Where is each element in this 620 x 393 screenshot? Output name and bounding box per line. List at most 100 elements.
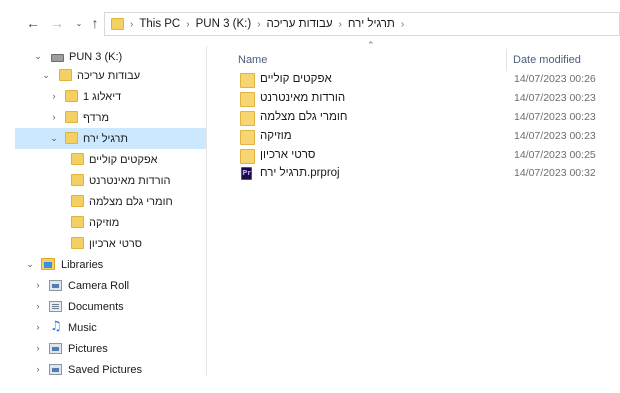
file-row[interactable]: חומרי גלם מצלמה 14/07/2023 00:23 <box>230 108 620 126</box>
music-library-icon: ♫ <box>50 319 62 334</box>
chevron-down-icon: ⌄ <box>75 18 83 28</box>
premiere-project-icon: Pr <box>241 166 252 180</box>
pictures-library-icon <box>49 343 62 357</box>
folder-icon <box>71 237 84 252</box>
folder-icon <box>71 174 84 189</box>
chevron-right-icon[interactable]: › <box>33 322 43 332</box>
tree-item-label: מוזיקה <box>89 216 120 229</box>
breadcrumb-drive[interactable]: PUN 3 (K:) <box>196 18 252 30</box>
file-date: 14/07/2023 00:23 <box>514 130 596 142</box>
file-date: 14/07/2023 00:25 <box>514 149 596 161</box>
tree-item-libraries[interactable]: ⌄ Libraries <box>15 254 206 275</box>
file-name: הורדות מאינטרנט <box>260 92 346 104</box>
file-row[interactable]: הורדות מאינטרנט 14/07/2023 00:23 <box>230 89 620 107</box>
tree-item-editing-works[interactable]: ⌄ עבודות עריכה <box>15 65 206 86</box>
tree-item-label: מרדף <box>83 111 110 124</box>
tree-item-camera-raw[interactable]: חומרי גלם מצלמה <box>15 191 206 212</box>
tree-item-label: חומרי גלם מצלמה <box>89 195 173 208</box>
folder-icon <box>71 195 84 210</box>
chevron-right-icon: › <box>186 18 190 30</box>
file-date: 14/07/2023 00:23 <box>514 92 596 104</box>
file-list: ⌃ Name Date modified אפקטים קוליים 14/07… <box>207 40 620 393</box>
file-row[interactable]: Pr תרגיל ירח.prproj 14/07/2023 00:32 <box>230 164 620 182</box>
tree-item-label: אפקטים קוליים <box>89 153 158 166</box>
tree-item-dialog-1[interactable]: › דיאלוג 1 <box>15 86 206 107</box>
column-header-date-modified[interactable]: Date modified <box>513 49 581 71</box>
pictures-library-icon <box>49 364 62 378</box>
folder-icon <box>71 153 84 168</box>
tree-item-pictures[interactable]: › Pictures <box>15 338 206 359</box>
arrow-up-icon: ↑ <box>91 15 99 31</box>
folder-icon <box>71 216 84 231</box>
file-name: תרגיל ירח.prproj <box>260 167 340 179</box>
tree-item-label: Music <box>68 321 97 334</box>
tree-item-label: תרגיל ירח <box>83 132 128 145</box>
chevron-right-icon[interactable]: › <box>49 91 59 101</box>
tree-item-internet-downloads[interactable]: הורדות מאינטרנט <box>15 170 206 191</box>
chevron-right-icon[interactable]: › <box>33 364 43 374</box>
documents-library-icon <box>49 301 62 315</box>
chevron-down-icon[interactable]: ⌄ <box>41 70 51 80</box>
chevron-right-icon[interactable]: › <box>33 280 43 290</box>
folder-icon <box>65 132 78 147</box>
column-divider[interactable] <box>506 49 507 71</box>
tree-item-drive[interactable]: ⌄ PUN 3 (K:) <box>15 46 206 67</box>
chevron-right-icon: › <box>400 18 405 30</box>
tree-item-documents[interactable]: › Documents <box>15 296 206 317</box>
chevron-right-icon: › <box>338 18 342 30</box>
file-row[interactable]: מוזיקה 14/07/2023 00:23 <box>230 127 620 145</box>
chevron-right-icon: › <box>130 18 134 30</box>
navigation-pane: ⌄ PUN 3 (K:) ⌄ עבודות עריכה › דיאלוג 1 ›… <box>0 46 206 393</box>
file-name: אפקטים קוליים <box>260 73 332 85</box>
file-name: סרטי ארכיון <box>260 149 316 161</box>
arrow-left-icon: ← <box>26 15 40 31</box>
breadcrumb-moon-exercise[interactable]: תרגיל ירח <box>348 18 395 30</box>
folder-icon <box>65 111 78 126</box>
file-row[interactable]: סרטי ארכיון 14/07/2023 00:25 <box>230 146 620 164</box>
address-bar[interactable]: › This PC › PUN 3 (K:) › עבודות עריכה › … <box>104 12 620 36</box>
breadcrumb-editing-works[interactable]: עבודות עריכה <box>267 18 333 30</box>
arrow-right-icon: → <box>50 15 64 31</box>
tree-item-label: דיאלוג 1 <box>83 90 122 103</box>
folder-icon <box>111 18 124 30</box>
tree-item-label: PUN 3 (K:) <box>69 50 123 63</box>
tree-item-label: Libraries <box>61 258 104 271</box>
up-button[interactable]: ↑ <box>86 14 104 32</box>
chevron-down-icon[interactable]: ⌄ <box>25 259 35 269</box>
file-name: מוזיקה <box>260 130 292 142</box>
back-button[interactable]: ← <box>24 14 42 32</box>
folder-icon <box>59 69 72 84</box>
drive-icon <box>51 53 64 65</box>
chevron-down-icon[interactable]: ⌄ <box>49 133 59 143</box>
breadcrumb-this-pc[interactable]: This PC <box>139 18 180 30</box>
address-toolbar: ← → ⌄ ↑ › This PC › PUN 3 (K:) › עבודות … <box>0 0 620 46</box>
tree-item-label: Camera Roll <box>68 279 130 292</box>
tree-item-music-folder[interactable]: מוזיקה <box>15 212 206 233</box>
tree-item-saved-pictures[interactable]: › Saved Pictures <box>15 359 206 380</box>
file-date: 14/07/2023 00:26 <box>514 73 596 85</box>
sort-ascending-icon: ⌃ <box>367 40 375 50</box>
tree-item-label: עבודות עריכה <box>77 69 141 82</box>
tree-item-music[interactable]: › ♫ Music <box>15 317 206 338</box>
file-row[interactable]: אפקטים קוליים 14/07/2023 00:26 <box>230 70 620 88</box>
pictures-library-icon <box>49 280 62 294</box>
chevron-down-icon[interactable]: ⌄ <box>33 51 43 61</box>
forward-button[interactable]: → <box>48 14 66 32</box>
folder-icon <box>65 90 78 105</box>
chevron-right-icon[interactable]: › <box>33 343 43 353</box>
column-header-name[interactable]: Name <box>238 49 267 71</box>
chevron-right-icon[interactable]: › <box>33 301 43 311</box>
tree-item-camera-roll[interactable]: › Camera Roll <box>15 275 206 296</box>
tree-item-label: סרטי ארכיון <box>89 237 142 250</box>
tree-item-archive-films[interactable]: סרטי ארכיון <box>15 233 206 254</box>
tree-item-label: הורדות מאינטרנט <box>89 174 171 187</box>
tree-item-sound-effects[interactable]: אפקטים קוליים <box>15 149 206 170</box>
chevron-right-icon[interactable]: › <box>49 112 59 122</box>
libraries-icon <box>41 258 55 273</box>
chevron-right-icon: › <box>257 18 261 30</box>
file-date: 14/07/2023 00:32 <box>514 167 596 179</box>
tree-item-moon-exercise[interactable]: ⌄ תרגיל ירח <box>15 128 206 149</box>
tree-item-chase[interactable]: › מרדף <box>15 107 206 128</box>
file-date: 14/07/2023 00:23 <box>514 111 596 123</box>
tree-item-label: Documents <box>68 300 124 313</box>
